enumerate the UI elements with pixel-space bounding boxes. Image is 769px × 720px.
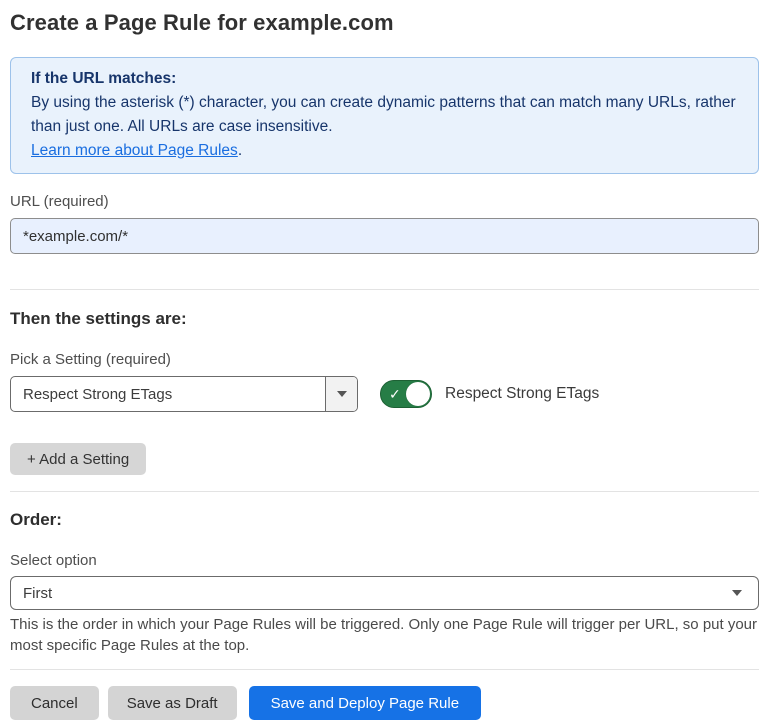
pick-setting-label: Pick a Setting (required): [10, 351, 759, 368]
info-box-heading: If the URL matches:: [31, 67, 738, 91]
toggle-label: Respect Strong ETags: [445, 385, 599, 403]
order-section-heading: Order:: [10, 510, 759, 530]
url-match-info-box: If the URL matches: By using the asteris…: [10, 57, 759, 174]
page-title: Create a Page Rule for example.com: [10, 10, 759, 36]
section-divider: [10, 289, 759, 290]
order-help-text: This is the order in which your Page Rul…: [10, 614, 759, 656]
settings-section-heading: Then the settings are:: [10, 309, 759, 329]
chevron-down-icon: [732, 590, 742, 596]
add-setting-button[interactable]: + Add a Setting: [10, 443, 146, 475]
checkmark-icon: ✓: [389, 387, 401, 401]
order-select[interactable]: First: [10, 576, 759, 610]
toggle-knob: [406, 382, 430, 406]
url-input[interactable]: [10, 218, 759, 254]
setting-select-arrow-button[interactable]: [325, 377, 357, 411]
save-and-deploy-button[interactable]: Save and Deploy Page Rule: [249, 686, 481, 720]
learn-more-link[interactable]: Learn more about Page Rules: [31, 142, 238, 159]
save-as-draft-button[interactable]: Save as Draft: [108, 686, 237, 720]
info-box-body: By using the asterisk (*) character, you…: [31, 91, 738, 139]
chevron-down-icon: [337, 391, 347, 397]
url-field-label: URL (required): [10, 193, 759, 210]
order-select-label: Select option: [10, 552, 759, 569]
footer-actions: Cancel Save as Draft Save and Deploy Pag…: [10, 686, 759, 720]
info-box-link-line: Learn more about Page Rules.: [31, 139, 738, 163]
setting-toggle-group: ✓ Respect Strong ETags: [380, 380, 599, 408]
order-select-value: First: [23, 585, 52, 602]
link-suffix-text: .: [238, 142, 242, 159]
footer-divider: [10, 669, 759, 670]
cancel-button[interactable]: Cancel: [10, 686, 99, 720]
section-divider: [10, 491, 759, 492]
setting-select-value: Respect Strong ETags: [11, 377, 325, 411]
setting-select[interactable]: Respect Strong ETags: [10, 376, 358, 412]
respect-strong-etags-toggle[interactable]: ✓: [380, 380, 432, 408]
setting-row: Respect Strong ETags ✓ Respect Strong ET…: [10, 376, 759, 412]
